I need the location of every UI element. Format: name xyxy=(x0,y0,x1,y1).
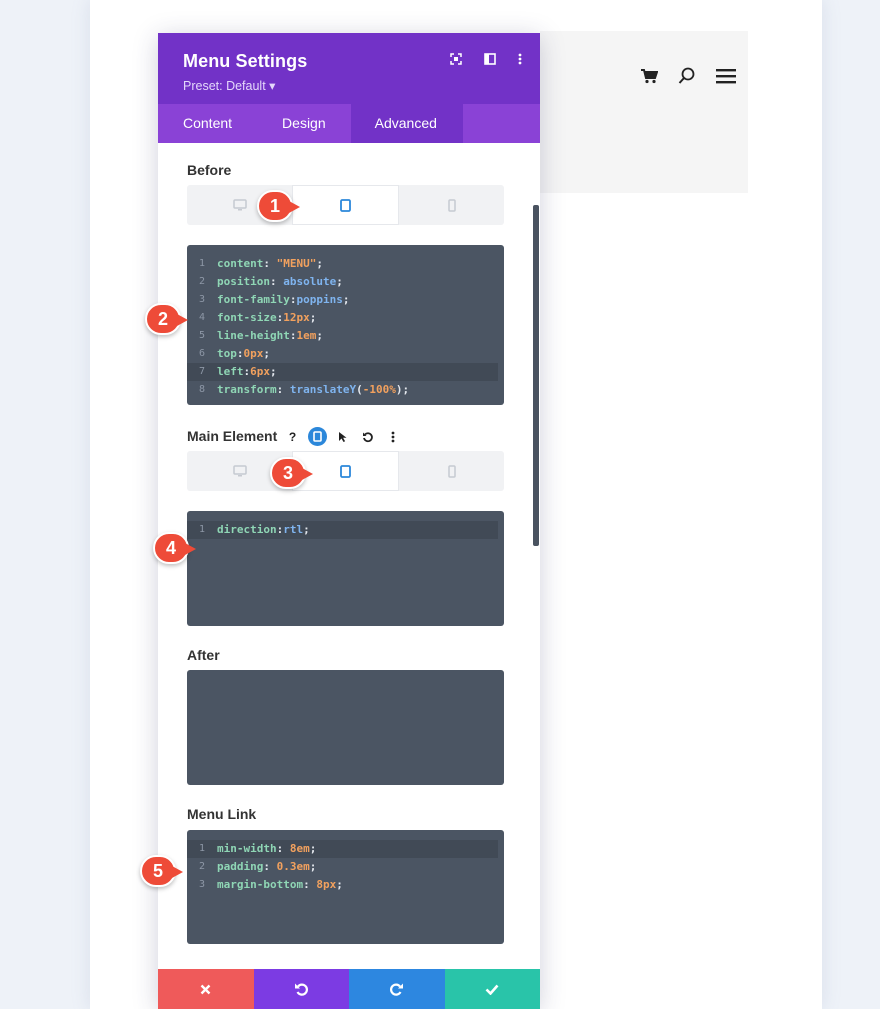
before-device-tabs xyxy=(187,185,504,225)
code-line: 1 direction:rtl; xyxy=(187,521,498,539)
code-line: 3 font-family:poppins; xyxy=(198,293,350,306)
after-label: After xyxy=(187,647,220,663)
menu-link-label: Menu Link xyxy=(187,806,257,822)
undo-icon xyxy=(294,983,308,996)
preset-dropdown[interactable]: Preset: Default ▾ xyxy=(183,78,275,93)
phone-icon xyxy=(447,198,456,212)
pointer-icon[interactable] xyxy=(333,427,352,446)
code-line: 8 transform: translateY(-100%); xyxy=(198,383,410,396)
phone-tab[interactable] xyxy=(399,185,504,225)
save-button[interactable] xyxy=(444,969,540,1009)
code-line: 4 font-size:12px; xyxy=(198,311,317,324)
code-line: 1 min-width: 8em; xyxy=(187,840,498,858)
step-marker-4: 4 xyxy=(153,532,196,564)
cart-icon[interactable] xyxy=(640,68,659,84)
tablet-tab[interactable] xyxy=(292,185,399,225)
menu-settings-panel: Menu Settings Preset: Default ▾ Content … xyxy=(158,33,540,1009)
responsive-toggle-icon[interactable] xyxy=(308,427,327,446)
close-icon xyxy=(200,984,211,994)
more-options-icon[interactable] xyxy=(518,53,522,65)
before-label: Before xyxy=(187,162,232,178)
code-line: 5 line-height:1em; xyxy=(198,329,323,342)
check-icon xyxy=(485,984,499,995)
after-code-editor[interactable] xyxy=(187,670,504,785)
sidebar-toggle-icon[interactable] xyxy=(484,53,496,65)
code-line: 7 left:6px; xyxy=(187,363,498,381)
question-icon[interactable]: ? xyxy=(283,427,302,446)
panel-header: Menu Settings Preset: Default ▾ xyxy=(158,33,540,104)
step-marker-3: 3 xyxy=(270,457,313,489)
code-line: 6 top:0px; xyxy=(198,347,270,360)
before-code-editor[interactable]: 1 content: "MENU"; 2 position: absolute; 3… xyxy=(187,245,504,405)
redo-button[interactable] xyxy=(349,969,445,1009)
panel-title: Menu Settings xyxy=(183,51,308,71)
header-icons xyxy=(450,53,522,65)
panel-footer xyxy=(158,969,540,1009)
phone-icon xyxy=(447,464,456,478)
code-line: 2 position: absolute; xyxy=(198,275,343,288)
code-line: 2 padding: 0.3em; xyxy=(198,860,317,873)
step-marker-5: 5 xyxy=(140,855,183,887)
redo-icon xyxy=(390,983,404,996)
hamburger-menu-icon[interactable] xyxy=(716,68,736,84)
code-line: 3 margin-bottom: 8px; xyxy=(198,878,343,891)
more-options-icon[interactable] xyxy=(383,427,402,446)
main-element-label: Main Element xyxy=(187,428,278,444)
desktop-icon xyxy=(232,199,247,211)
desktop-icon xyxy=(232,465,247,477)
expand-icon[interactable] xyxy=(450,53,462,65)
main-element-device-tabs xyxy=(187,451,504,491)
tab-design[interactable]: Design xyxy=(257,104,351,143)
undo-button[interactable] xyxy=(253,969,349,1009)
tablet-icon xyxy=(340,464,351,478)
main-element-code-editor[interactable]: 1 direction:rtl; xyxy=(187,511,504,626)
panel-scrollbar[interactable] xyxy=(533,205,539,546)
step-marker-2: 2 xyxy=(145,303,188,335)
code-line: 1 content: "MENU"; xyxy=(198,257,323,270)
preview-header-area xyxy=(540,31,748,193)
tablet-icon xyxy=(340,198,351,212)
tab-advanced[interactable]: Advanced xyxy=(350,104,463,143)
step-marker-1: 1 xyxy=(257,190,300,222)
reset-icon[interactable] xyxy=(358,427,377,446)
main-element-option-icons: ? xyxy=(283,427,402,446)
menu-link-code-editor[interactable]: 1 min-width: 8em; 2 padding: 0.3em; 3 margi… xyxy=(187,830,504,944)
preview-menu-icons xyxy=(640,64,736,88)
phone-tab[interactable] xyxy=(399,451,504,491)
discard-button[interactable] xyxy=(158,969,254,1009)
tab-content[interactable]: Content xyxy=(158,104,257,143)
settings-tabs: Content Design Advanced xyxy=(158,104,540,143)
search-icon[interactable] xyxy=(678,67,696,85)
